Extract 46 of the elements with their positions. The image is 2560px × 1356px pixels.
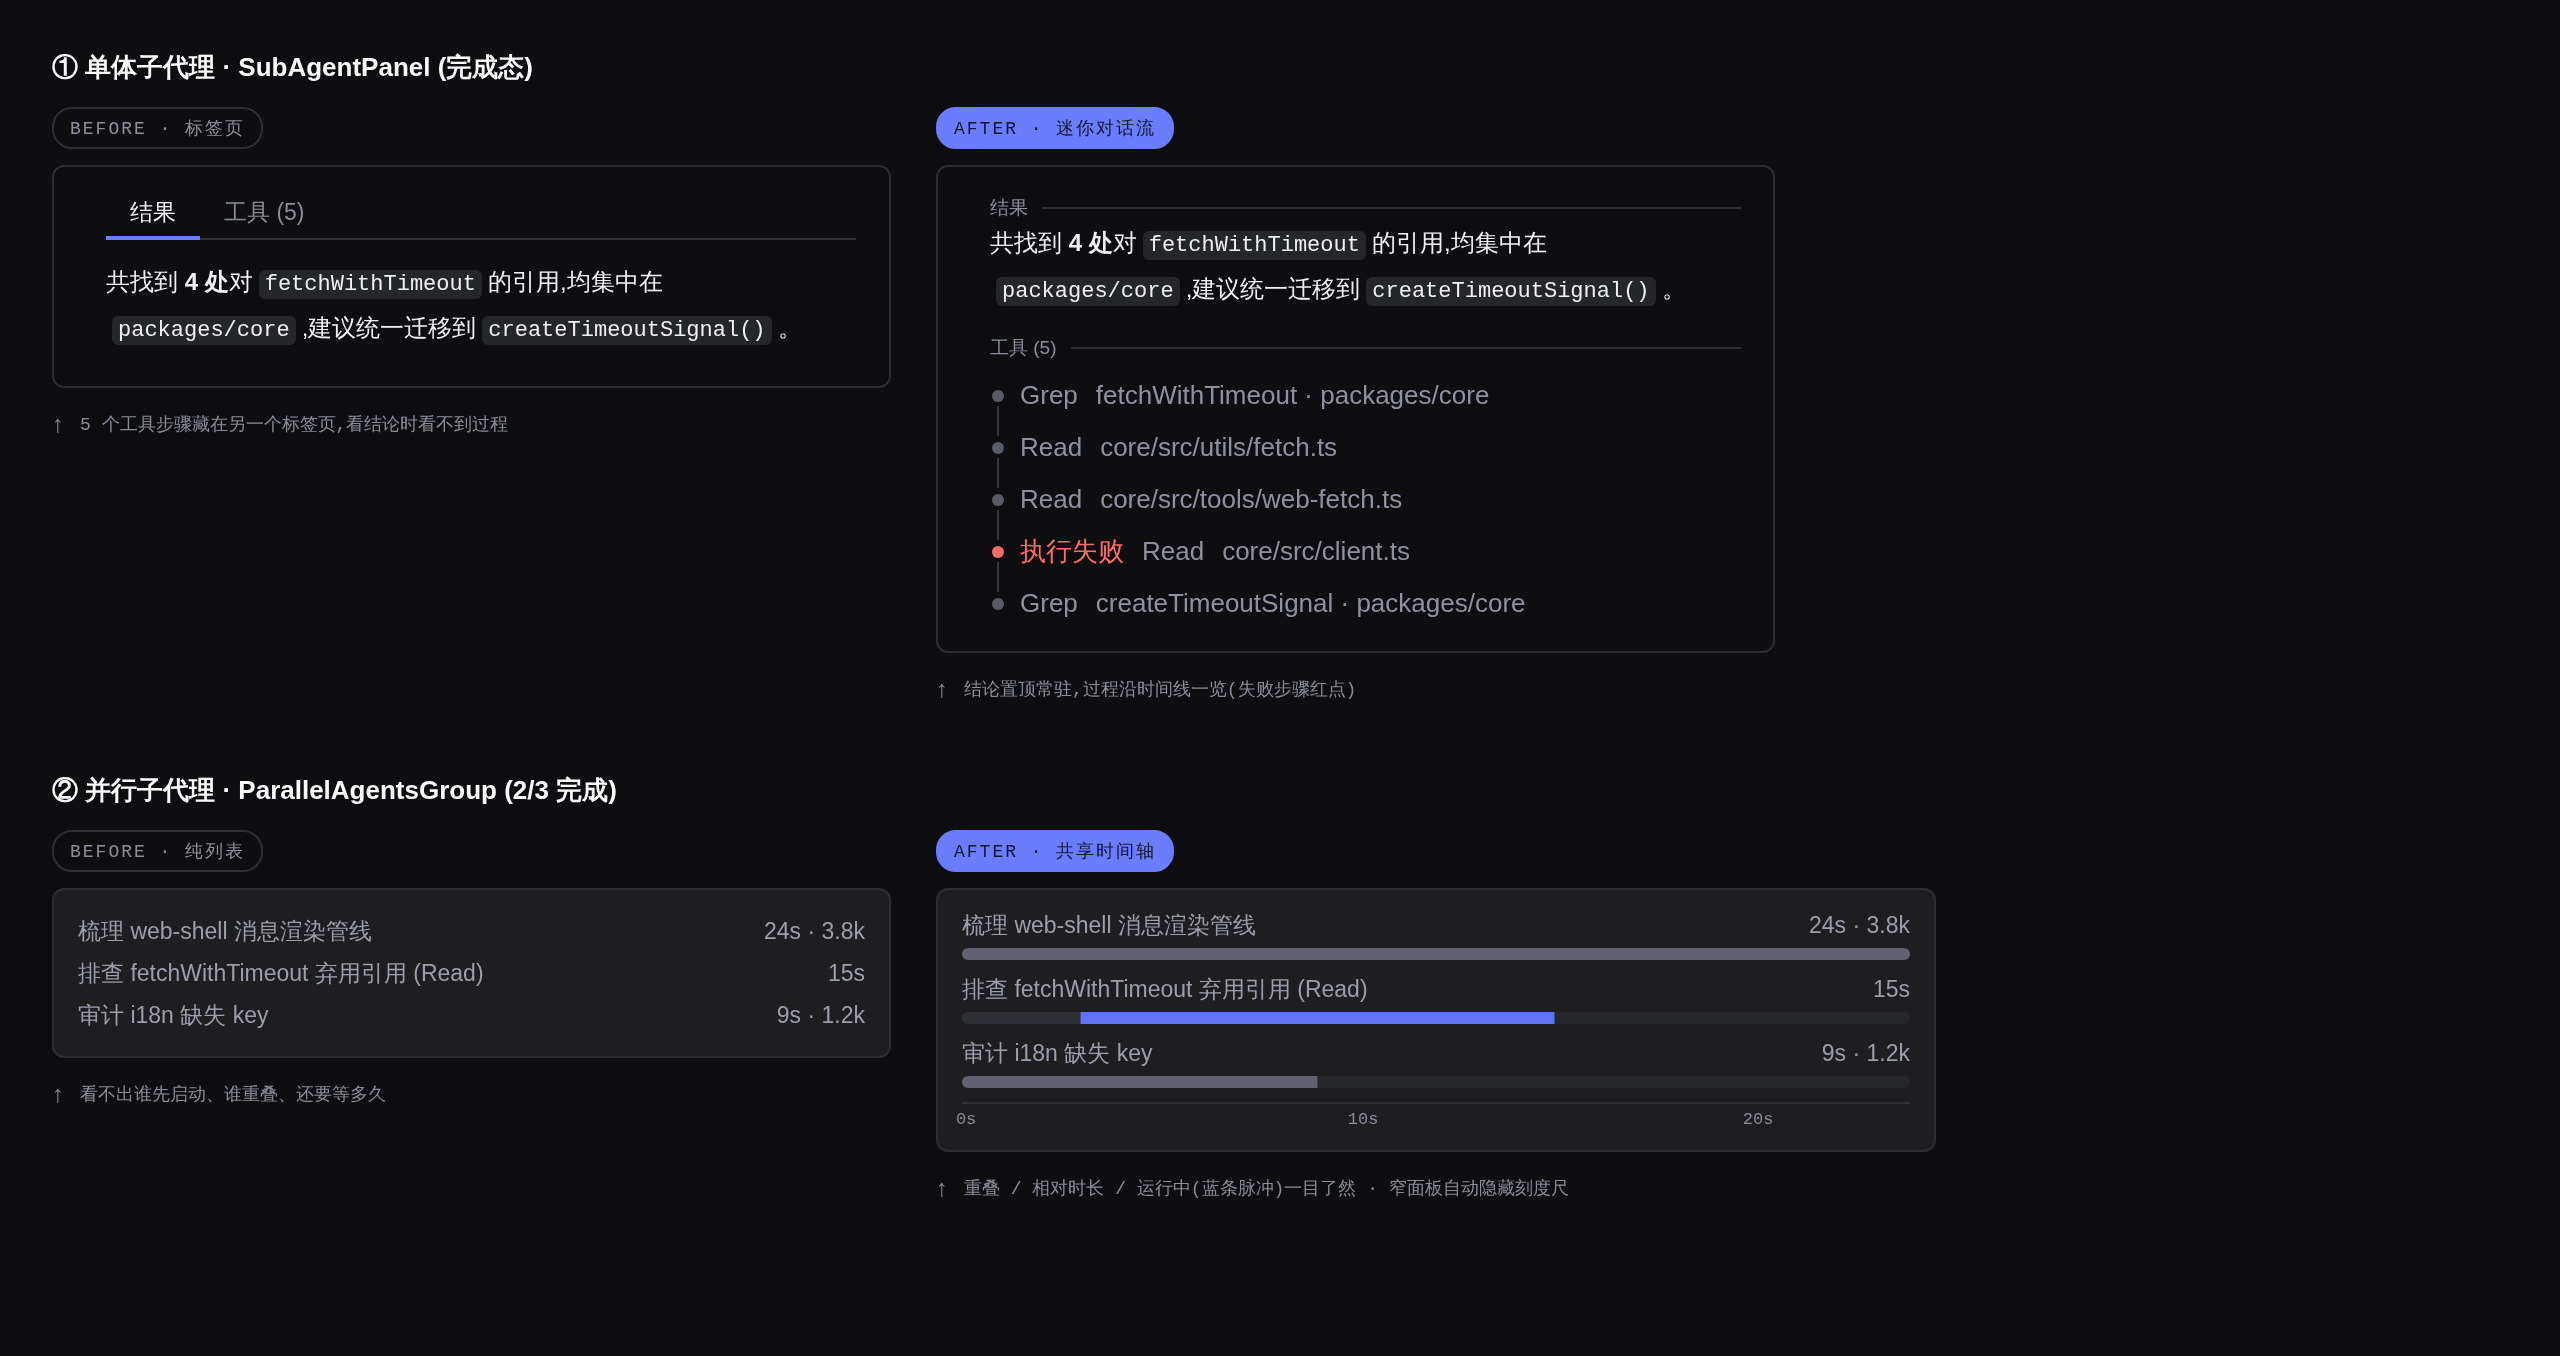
agent-meta: 15s: [827, 959, 865, 988]
tool-name: Grep: [1020, 587, 1078, 619]
caption-text: 结论置顶常驻,过程沿时间线一览(失败步骤红点): [964, 679, 1357, 701]
section-label: 结果: [990, 196, 1028, 220]
axis-tick-label: 20s: [1742, 1110, 1774, 1129]
tool-name: Read: [1142, 535, 1205, 567]
section-title: ① 单体子代理 · SubAgentPanel (完成态): [52, 51, 534, 84]
axis-tick-label: 10s: [1347, 1110, 1379, 1129]
tool-target: createTimeoutSignal · packages/core: [1095, 587, 1526, 619]
error-label: 执行失败: [1020, 534, 1124, 568]
axis-tick-label: 0s: [955, 1110, 977, 1129]
tool-target: fetchWithTimeout · packages/core: [1095, 379, 1490, 411]
agent-title: 审计 i18n 缺失 key: [962, 1039, 1153, 1068]
agent-title: 排查 fetchWithTimeout 弃用引用 (Read): [962, 975, 1368, 1004]
tool-name: Grep: [1020, 379, 1078, 411]
before-tag: BEFORE · 标签页: [52, 107, 264, 149]
arrow-glyph: ↑: [936, 1174, 948, 1202]
agent-meta: 24s · 3.8k: [1809, 911, 1910, 940]
before-tag: BEFORE · 纯列表: [52, 830, 264, 872]
arrow-glyph: ↑: [52, 1080, 64, 1108]
tool-name: Read: [1020, 431, 1083, 463]
tool-target: core/src/utils/fetch.ts: [1100, 431, 1338, 463]
arrow-glyph: ↑: [936, 675, 948, 703]
section-label: 工具 (5): [990, 336, 1057, 360]
agent-meta: 9s · 1.2k: [776, 1001, 865, 1030]
agent-title: 审计 i18n 缺失 key: [78, 1001, 269, 1030]
result-text: 共找到 4 处对 fetchWithTimeout 的引用,均集中在 packages/core ,建议统一迁移到 createTimeoutSignal() 。: [990, 228, 1687, 308]
agent-title: 梳理 web-shell 消息渲染管线: [78, 917, 372, 946]
caption-text: 重叠 / 相对时长 / 运行中(蓝条脉冲)一目了然 · 窄面板自动隐藏刻度尺: [964, 1178, 1569, 1200]
agent-title: 梳理 web-shell 消息渲染管线: [962, 911, 1256, 940]
tab[interactable]: 结果: [106, 189, 200, 240]
agent-meta: 24s · 3.8k: [764, 917, 865, 946]
caption-text: 5 个工具步骤藏在另一个标签页,看结论时看不到过程: [80, 414, 509, 436]
caption-text: 看不出谁先启动、谁重叠、还要等多久: [80, 1084, 386, 1106]
tool-target: core/src/tools/web-fetch.ts: [1100, 483, 1403, 515]
agent-meta: 9s · 1.2k: [1821, 1039, 1910, 1068]
section-title: ② 并行子代理 · ParallelAgentsGroup (2/3 完成): [52, 774, 618, 807]
arrow-glyph: ↑: [52, 410, 64, 438]
tool-target: core/src/client.ts: [1222, 535, 1410, 567]
agent-title: 排查 fetchWithTimeout 弃用引用 (Read): [78, 959, 484, 988]
after-tag: AFTER · 迷你对话流: [936, 107, 1175, 149]
result-text: 共找到 4 处对 fetchWithTimeout 的引用,均集中在 packages/core ,建议统一迁移到 createTimeoutSignal() 。: [106, 267, 803, 347]
tool-name: Read: [1020, 483, 1083, 515]
agent-meta: 15s: [1872, 975, 1910, 1004]
after-tag: AFTER · 共享时间轴: [936, 830, 1175, 872]
tab[interactable]: 工具 (5): [200, 189, 329, 240]
